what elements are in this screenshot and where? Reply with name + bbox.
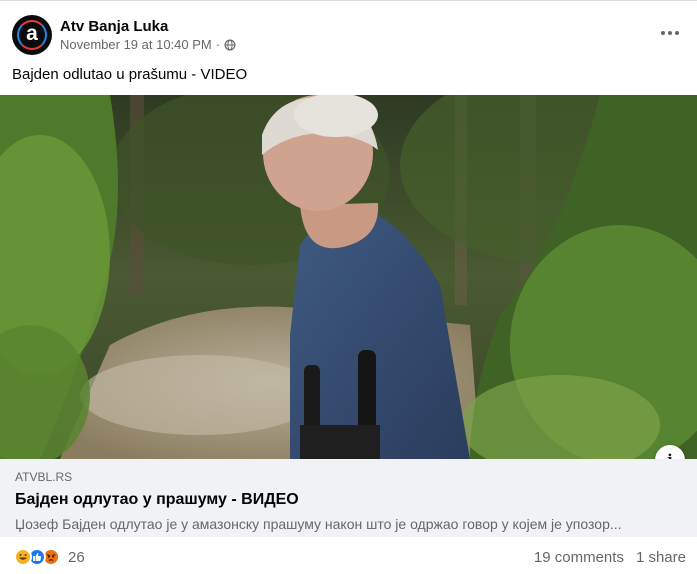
- link-description: Џозеф Бајден одлутао је у амазонску праш…: [15, 516, 622, 532]
- more-options-icon[interactable]: [659, 23, 681, 43]
- more-dot: [661, 31, 665, 35]
- more-dot: [668, 31, 672, 35]
- link-title[interactable]: Бајден одлутао у прашуму - ВИДЕО: [15, 489, 682, 511]
- link-domain: ATVBL.RS: [15, 470, 73, 484]
- post-caption: Bajden odlutao u prašumu - VIDEO: [12, 66, 248, 83]
- jungle-scene-image: [0, 95, 697, 459]
- globe-icon: [224, 39, 236, 51]
- shares-count[interactable]: 1 share: [636, 549, 686, 566]
- post-header: a Atv Banja Luka November 19 at 10:40 PM…: [12, 15, 236, 55]
- post-time-row: November 19 at 10:40 PM ·: [60, 37, 236, 53]
- reactions-summary[interactable]: 26: [14, 548, 85, 566]
- post-timestamp[interactable]: November 19 at 10:40 PM: [60, 37, 212, 53]
- page-name[interactable]: Atv Banja Luka: [60, 17, 236, 36]
- link-preview[interactable]: ATVBL.RS Бајден одлутао у прашуму - ВИДЕ…: [0, 459, 697, 537]
- reaction-count: 26: [68, 548, 85, 566]
- meta-separator: ·: [215, 37, 221, 52]
- comments-count[interactable]: 19 comments: [534, 549, 624, 566]
- facebook-post: a Atv Banja Luka November 19 at 10:40 PM…: [0, 0, 697, 574]
- post-image[interactable]: [0, 95, 697, 459]
- avatar-letter: a: [26, 22, 38, 45]
- post-meta: Atv Banja Luka November 19 at 10:40 PM ·: [60, 17, 236, 53]
- more-dot: [675, 31, 679, 35]
- avatar[interactable]: a: [12, 15, 52, 55]
- engagement-counts: 19 comments 1 share: [534, 549, 686, 566]
- haha-reaction-icon: [14, 548, 32, 566]
- engagement-bar: 26 19 comments 1 share: [14, 546, 686, 568]
